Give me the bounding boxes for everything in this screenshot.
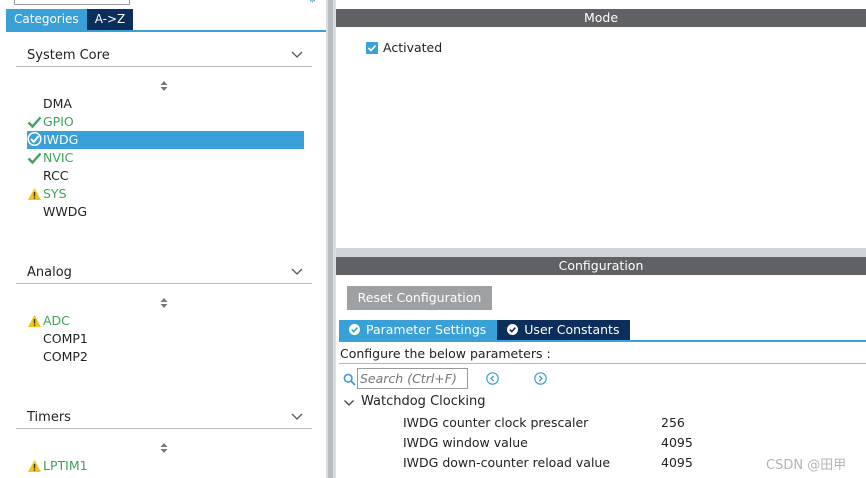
param-name: IWDG counter clock prescaler — [403, 415, 589, 430]
check-circle-icon — [507, 324, 519, 335]
sort-arrows-icon[interactable] — [159, 442, 169, 454]
categories-panel: ⚙ Categories A->Z System Core DMA GPIO I… — [0, 0, 328, 478]
warning-triangle-icon — [28, 188, 41, 200]
configuration-header: Configuration — [336, 257, 866, 275]
tab-user-constants[interactable]: User Constants — [497, 320, 631, 340]
param-row[interactable]: IWDG counter clock prescaler 256 — [403, 414, 823, 432]
config-description: Configure the below parameters : — [339, 344, 866, 364]
search-icon[interactable] — [343, 373, 356, 386]
tab-categories[interactable]: Categories — [6, 9, 87, 30]
next-circle-icon[interactable] — [534, 372, 547, 385]
category-system-core[interactable]: System Core — [16, 47, 312, 67]
search-input[interactable] — [357, 368, 468, 389]
tab-label: Parameter Settings — [366, 322, 487, 337]
category-title: Analog — [27, 265, 72, 280]
scrollbar-track[interactable] — [328, 0, 333, 478]
checkmark-icon — [27, 116, 42, 129]
list-item-gpio[interactable]: GPIO — [27, 113, 304, 131]
item-label: DMA — [43, 96, 72, 111]
list-item-rcc[interactable]: RCC — [27, 167, 304, 185]
item-label: LPTIM1 — [43, 458, 88, 473]
tab-underline — [6, 30, 326, 32]
item-label: WWDG — [43, 204, 88, 219]
chevron-down-icon[interactable] — [290, 409, 304, 423]
configuration-panel: Configuration Reset Configuration Parame… — [336, 257, 866, 478]
mode-header: Mode — [336, 9, 866, 27]
sort-arrows-icon[interactable] — [159, 80, 169, 92]
list-item-nvic[interactable]: NVIC — [27, 149, 304, 167]
top-search-field[interactable] — [14, 0, 130, 5]
item-label: NVIC — [43, 150, 74, 165]
group-title-watchdog-clocking: Watchdog Clocking — [361, 394, 486, 409]
warning-triangle-icon — [28, 315, 41, 327]
param-value[interactable]: 4095 — [661, 454, 693, 472]
warning-triangle-icon — [28, 460, 41, 472]
list-item-dma[interactable]: DMA — [27, 95, 304, 113]
chevron-down-icon[interactable] — [343, 397, 355, 409]
mode-panel: Mode Activated — [336, 0, 866, 248]
tab-label: User Constants — [524, 322, 620, 337]
list-item-iwdg[interactable]: IWDG — [27, 131, 304, 149]
chevron-down-icon[interactable] — [290, 264, 304, 278]
item-label: COMP1 — [43, 331, 88, 346]
activated-checkbox[interactable] — [366, 42, 378, 54]
category-title: System Core — [27, 48, 110, 63]
param-value[interactable]: 256 — [661, 414, 685, 432]
param-name: IWDG down-counter reload value — [403, 455, 611, 470]
activated-label: Activated — [383, 40, 443, 55]
item-label: ADC — [43, 313, 70, 328]
left-tab-bar: Categories A->Z — [6, 9, 134, 30]
tab-underline — [339, 340, 866, 342]
list-item-comp1[interactable]: COMP1 — [27, 330, 304, 348]
item-label: SYS — [43, 186, 67, 201]
checkmark-icon — [27, 152, 42, 165]
param-name: IWDG window value — [403, 435, 528, 450]
tab-parameter-settings[interactable]: Parameter Settings — [339, 320, 498, 340]
watermark: CSDN @田甲 — [766, 458, 847, 473]
check-circle-icon — [349, 324, 360, 335]
list-item-wwdg[interactable]: WWDG — [27, 203, 304, 221]
item-label: RCC — [43, 168, 69, 183]
sort-arrows-icon[interactable] — [159, 297, 169, 309]
left-scrollbar[interactable] — [326, 0, 336, 478]
settings-gear-icon[interactable]: ⚙ — [308, 0, 318, 5]
param-row[interactable]: IWDG window value 4095 — [403, 434, 823, 452]
prev-circle-icon[interactable] — [486, 372, 499, 385]
list-item-adc[interactable]: ADC — [27, 312, 304, 330]
item-label: IWDG — [43, 132, 79, 147]
category-timers[interactable]: Timers — [16, 409, 312, 429]
item-label: COMP2 — [43, 349, 88, 364]
list-item-lptim1[interactable]: LPTIM1 — [27, 457, 304, 475]
category-title: Timers — [27, 410, 71, 425]
config-tab-bar: Parameter Settings User Constants — [339, 320, 631, 340]
tab-a-to-z[interactable]: A->Z — [86, 9, 134, 30]
param-value[interactable]: 4095 — [661, 434, 693, 452]
chevron-down-icon[interactable] — [290, 47, 304, 61]
category-analog[interactable]: Analog — [16, 264, 312, 284]
check-circle-icon — [27, 132, 42, 146]
reset-configuration-button[interactable]: Reset Configuration — [347, 286, 492, 310]
list-item-comp2[interactable]: COMP2 — [27, 348, 304, 366]
param-row[interactable]: IWDG down-counter reload value 4095 — [403, 454, 823, 472]
panel-splitter[interactable] — [336, 248, 866, 257]
item-label: GPIO — [43, 114, 74, 129]
list-item-sys[interactable]: SYS — [27, 185, 304, 203]
